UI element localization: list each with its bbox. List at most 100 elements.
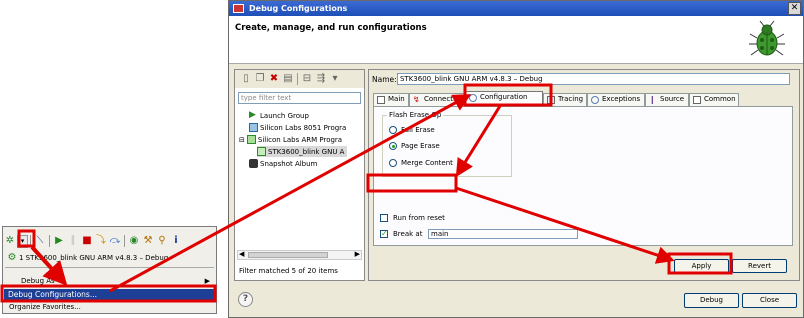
tree-item-silabs-8051[interactable]: Silicon Labs 8051 Progra (249, 122, 346, 133)
tree-item-label: Launch Group (260, 111, 309, 120)
info-icon[interactable]: i (170, 235, 182, 247)
break-at-field[interactable]: main (428, 229, 578, 239)
configuration-editor-pane: Name: STK3600_blink GNU ARM v4.8.3 – Deb… (368, 69, 800, 281)
name-label: Name: (372, 75, 397, 84)
camera-icon (249, 159, 258, 168)
exceptions-icon (591, 96, 599, 104)
dialog-header: Create, manage, and run configurations (229, 16, 803, 64)
tab-label: Main (388, 95, 405, 103)
debug-bug-icon[interactable]: ✲ (4, 235, 16, 247)
chip-icon (249, 123, 258, 132)
tree-item-label: Silicon Labs ARM Progra (257, 135, 343, 144)
tab-source[interactable]: ❙ Source (645, 93, 689, 106)
common-icon (693, 96, 701, 104)
filter-status: Filter matched 5 of 20 items (239, 267, 338, 275)
run-from-reset-checkbox[interactable] (380, 214, 388, 222)
tree-item-stk3600-blink[interactable]: STK3600_blink GNU A (257, 146, 348, 157)
scroll-right-icon[interactable]: ▶ (355, 250, 360, 258)
duplicate-icon[interactable]: ❐ (254, 73, 266, 85)
filter-input[interactable]: type filter text (238, 92, 361, 104)
configuration-tab-content: Flash Erase Op Full Erase Page Erase Mer… (373, 106, 793, 246)
chip-icon (246, 135, 256, 144)
delete-icon[interactable]: ✖ (268, 73, 280, 85)
menu-item-debug-as[interactable]: Debug As ▶ (5, 277, 214, 288)
radio-button[interactable] (389, 126, 397, 134)
break-at-label: Break at (393, 230, 423, 238)
dialog-title: Debug Configurations (249, 4, 348, 13)
close-window-button[interactable]: ✕ (788, 2, 801, 15)
resume-icon[interactable]: ▶ (53, 235, 65, 247)
step-over-icon[interactable]: ⤼ (109, 235, 121, 247)
connection-icon: ↯ (413, 95, 420, 104)
full-erase-option[interactable]: Full Erase (389, 126, 435, 134)
tab-main[interactable]: Main (373, 93, 409, 106)
tree-item-label: STK3600_blink GNU A (268, 147, 345, 156)
option-label: Merge Content (401, 159, 453, 167)
recent-launch-label: 1 STK3600_blink GNU ARM v4.8.3 – Debug (19, 254, 169, 262)
flash-erase-legend: Flash Erase Op (387, 111, 444, 119)
source-icon: ❙ (649, 95, 656, 104)
tree-item-launch-group[interactable]: ▶ Launch Group (249, 110, 309, 121)
run-from-reset-option[interactable]: Run from reset (380, 214, 445, 222)
tree-item-label: Silicon Labs 8051 Progra (260, 123, 347, 132)
debug-dropdown-arrow[interactable]: ▾ (17, 234, 28, 248)
toolbar-separator (124, 235, 125, 247)
skip-breakpoints-icon[interactable]: ⟍ (34, 235, 46, 247)
search-icon[interactable]: ⚲ (156, 235, 168, 247)
horizontal-scrollbar[interactable]: ◀ ▶ (237, 250, 362, 260)
tab-connection[interactable]: ↯ Connectio (409, 93, 465, 106)
name-field[interactable]: STK3600_blink GNU ARM v4.8.3 – Debug (397, 73, 790, 85)
tab-exceptions[interactable]: Exceptions (587, 93, 645, 106)
tree-item-label: Snapshot Album (260, 159, 318, 168)
revert-button[interactable]: Revert (732, 259, 787, 273)
recent-launch-item[interactable]: ⚙ 1 STK3600_blink GNU ARM v4.8.3 – Debug (5, 252, 214, 264)
debug-toolbar: ✲ ▾ ⟍ ▶ ∥ ■ ⤵ ⤼ ◉ ⚒ ⚲ i (3, 233, 216, 249)
collapse-toggle-icon[interactable]: ⊟ (239, 136, 245, 144)
menu-item-organize-favorites[interactable]: Organize Favorites... (5, 302, 214, 312)
break-at-checkbox[interactable]: ✓ (380, 230, 388, 238)
page-erase-option[interactable]: Page Erase (389, 142, 440, 150)
close-button[interactable]: Close (742, 293, 797, 308)
tab-label: Tracing (558, 95, 584, 103)
step-into-icon[interactable]: ⤵ (95, 235, 107, 247)
submenu-arrow-icon: ▶ (204, 277, 210, 285)
tab-common[interactable]: Common (689, 93, 739, 106)
suspend-icon[interactable]: ∥ (67, 235, 79, 247)
menu-item-label: Debug As (21, 277, 55, 285)
scroll-left-icon[interactable]: ◀ (239, 250, 244, 258)
tab-tracing[interactable]: Tracing (543, 93, 587, 106)
menu-item-debug-configurations[interactable]: Debug Configurations... (4, 289, 215, 300)
toolbar-separator (30, 235, 31, 247)
filter-icon[interactable]: ▤ (282, 73, 294, 85)
scrollbar-thumb[interactable] (248, 252, 328, 258)
flash-erase-group: Flash Erase Op Full Erase Page Erase Mer… (382, 111, 512, 177)
debug-configurations-dialog: Debug Configurations ✕ Create, manage, a… (228, 0, 804, 318)
debug-button[interactable]: Debug (684, 293, 739, 308)
apply-button[interactable]: Apply (674, 259, 729, 273)
tree-item-silabs-arm[interactable]: ⊟ Silicon Labs ARM Progra (239, 134, 342, 145)
terminate-icon[interactable]: ■ (81, 235, 93, 247)
help-icon[interactable]: ? (238, 292, 253, 307)
tree-item-snapshot-album[interactable]: Snapshot Album (249, 158, 317, 169)
bug-icon (749, 20, 785, 56)
menu-separator (5, 267, 214, 268)
external-tools-icon[interactable]: ⚒ (142, 235, 154, 247)
new-config-icon[interactable]: ▯ (240, 73, 252, 85)
header-description: Create, manage, and run configurations (235, 23, 427, 33)
launch-group-icon: ▶ (249, 110, 256, 120)
run-icon[interactable]: ◉ (128, 235, 140, 247)
radio-button-selected[interactable] (389, 142, 397, 150)
radio-button[interactable] (389, 159, 397, 167)
chevron-down-icon[interactable]: ▾ (329, 73, 341, 85)
tracing-icon (547, 96, 555, 104)
view-menu-icon[interactable]: ⇶ (315, 73, 327, 85)
main-tab-icon (377, 96, 385, 104)
collapse-all-icon[interactable]: ⊟ (301, 73, 313, 85)
merge-content-option[interactable]: Merge Content (389, 159, 453, 167)
toolbar-separator (297, 73, 298, 85)
toolbar-panel: ✲ ▾ ⟍ ▶ ∥ ■ ⤵ ⤼ ◉ ⚒ ⚲ i ⚙ 1 STK3600_blin… (2, 226, 217, 314)
tab-label: Source (660, 95, 685, 103)
break-at-option[interactable]: ✓ Break at (380, 230, 422, 238)
tab-configuration[interactable]: Configuration (465, 91, 543, 106)
dialog-titlebar[interactable]: Debug Configurations ✕ (229, 1, 803, 16)
